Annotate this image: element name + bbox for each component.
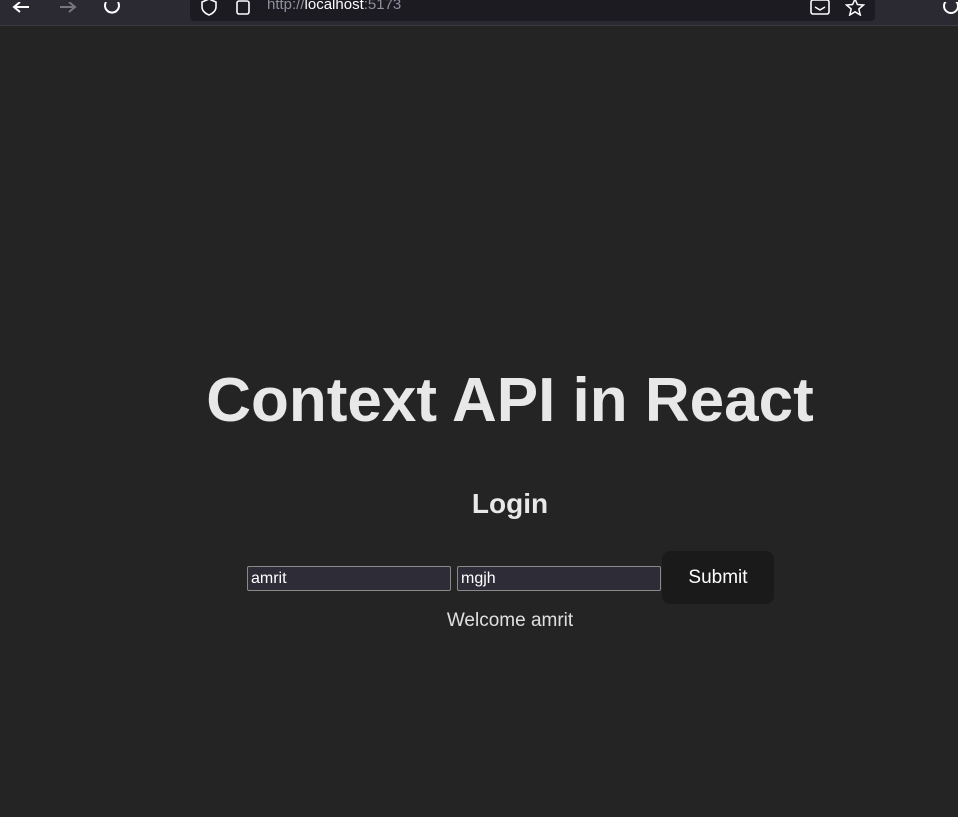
forward-arrow-icon[interactable]	[55, 0, 81, 20]
login-heading: Login	[471, 488, 549, 519]
page-icon[interactable]	[236, 0, 250, 21]
account-icon[interactable]	[938, 0, 958, 20]
star-icon[interactable]	[844, 0, 866, 21]
welcome-message: Welcome amrit	[446, 610, 574, 631]
submit-button[interactable]: Submit	[662, 551, 774, 604]
back-arrow-icon[interactable]	[8, 0, 34, 20]
shield-icon[interactable]	[201, 0, 217, 21]
url-port: :5173	[363, 0, 402, 13]
url-scheme: http://	[267, 0, 305, 13]
username-input[interactable]	[247, 566, 451, 591]
page-title: Context API in React	[206, 366, 814, 435]
browser-toolbar: http://localhost:5173	[0, 0, 958, 26]
url-host: localhost	[304, 0, 364, 13]
url-text[interactable]: http://localhost:5173	[267, 0, 401, 13]
page-content: Context API in React Login Submit Welcom…	[0, 27, 958, 817]
reader-view-icon[interactable]	[810, 0, 830, 21]
reload-icon[interactable]	[99, 0, 125, 20]
password-input[interactable]	[457, 566, 661, 591]
url-bar[interactable]: http://localhost:5173	[190, 0, 875, 21]
